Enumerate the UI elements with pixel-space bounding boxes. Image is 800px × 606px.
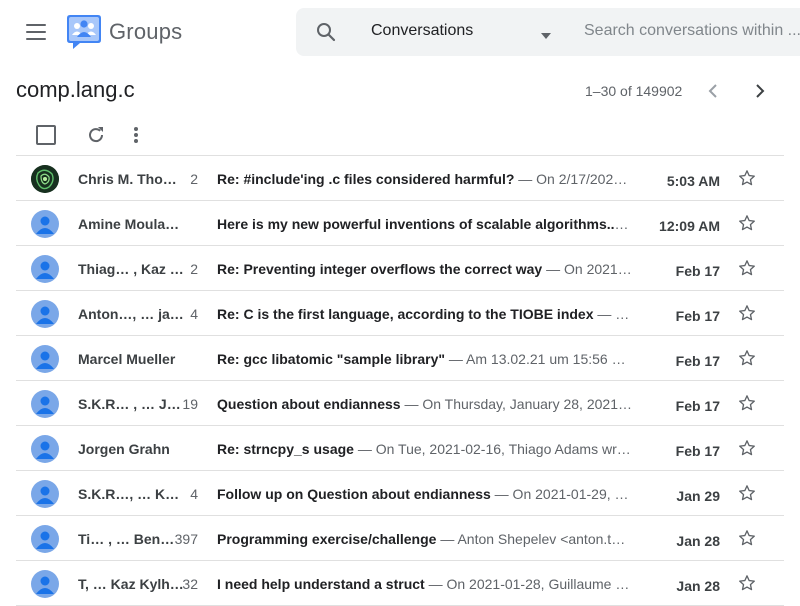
star-icon[interactable] — [738, 214, 756, 232]
message-count: 2 — [190, 261, 198, 277]
avatar — [31, 435, 59, 463]
star-icon[interactable] — [738, 304, 756, 322]
conversation-snippet: — On Thursday, January 28, 2021 … — [400, 396, 632, 412]
conversation-subject: Re: gcc libatomic "sample library" — [217, 351, 446, 367]
conversation-snippet: — Anton Shepelev <anton.tx… — [436, 531, 632, 547]
message-count: 2 — [190, 171, 198, 187]
conversation-snippet: — On 2021-01-28, Guillaume <… — [424, 576, 632, 592]
star-icon[interactable] — [738, 394, 756, 412]
conversation-time: Jan 28 — [676, 533, 720, 549]
star-icon[interactable] — [738, 349, 756, 367]
conversation-snippet: — On Tue, 2021-02-16, Thiago Adams wrot… — [353, 441, 632, 457]
conversation-list: Chris M. Thomasson 2 Re: #include'ing .c… — [16, 155, 784, 606]
pagination-range: 1–30 of 149902 — [585, 83, 683, 99]
conversation-row[interactable]: Anton…, … jac… 4 Re: C is the first lang… — [16, 291, 784, 336]
star-icon[interactable] — [738, 439, 756, 457]
conversation-authors: Jorgen Grahn — [78, 441, 170, 457]
conversation-time: Jan 28 — [676, 578, 720, 594]
conversation-row[interactable]: S.K.R…, … Kaz … 4 Follow up on Question … — [16, 471, 784, 516]
conversation-subject: I need help understand a struct — [217, 576, 425, 592]
conversation-subject: Follow up on Question about endianness — [217, 486, 491, 502]
search-scope-label: Conversations — [371, 22, 474, 39]
top-app-bar: Groups Conversations — [0, 0, 800, 64]
conversation-row[interactable]: Amine Moulay Ramdane Here is my new powe… — [16, 201, 784, 246]
more-vert-icon[interactable] — [124, 123, 148, 147]
conversation-summary: I need help understand a struct — On 202… — [217, 576, 632, 592]
conversation-authors: Marcel Mueller — [78, 351, 176, 367]
conversation-row[interactable]: S.K.R… , … Jo… 19 Question about endiann… — [16, 381, 784, 426]
conversation-row[interactable]: Jorgen Grahn Re: strncpy_s usage — On Tu… — [16, 426, 784, 471]
conversation-row[interactable]: T, … Kaz Kylh… 32 I need help understand… — [16, 561, 784, 606]
dropdown-arrow-icon — [540, 28, 552, 39]
conversation-authors: Amine Moulay Ramdane — [78, 216, 186, 232]
conversation-row[interactable]: Thiag… , Kaz … 2 Re: Preventing integer … — [16, 246, 784, 291]
search-scope-dropdown[interactable]: Conversations — [356, 8, 566, 56]
conversation-summary: Programming exercise/challenge — Anton S… — [217, 531, 632, 547]
conversation-time: Feb 17 — [675, 398, 720, 414]
conversation-snippet: — On 2/17/2021 … — [514, 171, 632, 187]
conversation-summary: Follow up on Question about endianness —… — [217, 486, 632, 502]
star-icon[interactable] — [738, 169, 756, 187]
chevron-right-icon[interactable] — [745, 76, 775, 106]
conversation-time: Jan 29 — [676, 488, 720, 504]
conversation-subject: Question about endianness — [217, 396, 401, 412]
conversation-subject: Re: C is the first language, according t… — [217, 306, 594, 322]
conversation-row[interactable]: Ti… , … Ben… 397 Programming exercise/ch… — [16, 516, 784, 561]
conversation-summary: Re: gcc libatomic "sample library" — Am … — [217, 351, 632, 367]
star-icon[interactable] — [738, 259, 756, 277]
avatar — [31, 210, 59, 238]
chevron-left-icon[interactable] — [698, 76, 728, 106]
avatar — [31, 300, 59, 328]
star-icon[interactable] — [738, 574, 756, 592]
avatar — [31, 570, 59, 598]
hamburger-menu-icon[interactable] — [14, 12, 58, 52]
conversation-summary: Re: C is the first language, according t… — [217, 306, 632, 322]
google-groups-logo[interactable] — [66, 14, 102, 50]
select-all-checkbox[interactable] — [36, 125, 56, 145]
conversation-time: Feb 17 — [675, 308, 720, 324]
conversation-snippet: — On 2021-0… — [546, 261, 632, 277]
conversation-time: Feb 17 — [675, 443, 720, 459]
conversation-summary: Re: Preventing integer overflows the cor… — [217, 261, 632, 277]
avatar — [31, 255, 59, 283]
conversation-subject: Here is my new powerful inventions of sc… — [217, 216, 615, 232]
conversation-summary: Re: strncpy_s usage — On Tue, 2021-02-16… — [217, 441, 632, 457]
conversation-row[interactable]: Chris M. Thomasson 2 Re: #include'ing .c… — [16, 156, 784, 201]
conversation-subject: Re: strncpy_s usage — [217, 441, 354, 457]
message-count: 4 — [190, 486, 198, 502]
message-count: 32 — [182, 576, 198, 592]
group-title: comp.lang.c — [16, 77, 135, 102]
conversation-snippet: — Am 13.02.21 um 15:56 sc… — [445, 351, 632, 367]
avatar — [31, 525, 59, 553]
avatar — [31, 390, 59, 418]
search-input[interactable] — [584, 18, 800, 44]
search-icon[interactable] — [314, 20, 338, 44]
conversation-summary: Re: #include'ing .c files considered har… — [217, 171, 632, 187]
conversation-time: Feb 17 — [675, 263, 720, 279]
avatar — [31, 345, 59, 373]
app-name[interactable]: Groups — [109, 19, 182, 45]
avatar — [31, 165, 59, 193]
conversation-subject: Re: Preventing integer overflows the cor… — [217, 261, 543, 277]
star-icon[interactable] — [738, 529, 756, 547]
conversation-row[interactable]: Marcel Mueller Re: gcc libatomic "sample… — [16, 336, 784, 381]
conversation-snippet: — Le… — [597, 306, 632, 322]
refresh-icon[interactable] — [84, 123, 108, 147]
conversation-time: 12:09 AM — [659, 218, 720, 234]
conversation-time: Feb 17 — [675, 353, 720, 369]
message-count: 19 — [182, 396, 198, 412]
message-count: 4 — [190, 306, 198, 322]
conversation-subject: Re: #include'ing .c files considered har… — [217, 171, 515, 187]
conversation-time: 5:03 AM — [666, 173, 720, 189]
message-count: 397 — [174, 531, 198, 547]
conversation-snippet: — On 2021-01-29, Ba… — [490, 486, 632, 502]
conversation-summary: Here is my new powerful inventions of sc… — [217, 216, 632, 232]
conversation-subject: Programming exercise/challenge — [217, 531, 437, 547]
star-icon[interactable] — [738, 484, 756, 502]
avatar — [31, 480, 59, 508]
conversation-summary: Question about endianness — On Thursday,… — [217, 396, 632, 412]
